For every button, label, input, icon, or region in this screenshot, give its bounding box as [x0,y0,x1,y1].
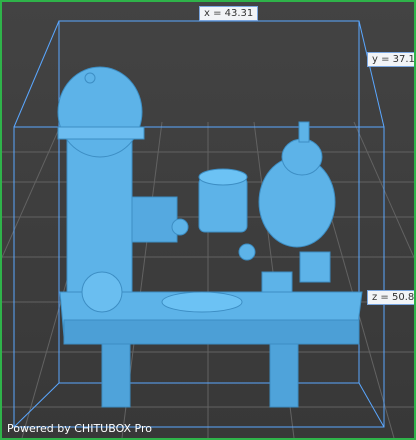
diorama-model [57,66,363,408]
z-dimension-label: z = 50.87 [367,290,414,305]
powered-by-watermark: Powered by CHITUBOX Pro [7,422,153,435]
build-plate-grid [2,121,414,438]
x-dimension-label: x = 43.31 [199,6,259,21]
scene [2,20,414,438]
3d-viewport[interactable]: x = 43.31 y = 37.14 z = 50.87 Powered by… [0,0,416,440]
y-dimension-label: y = 37.14 [367,52,414,67]
